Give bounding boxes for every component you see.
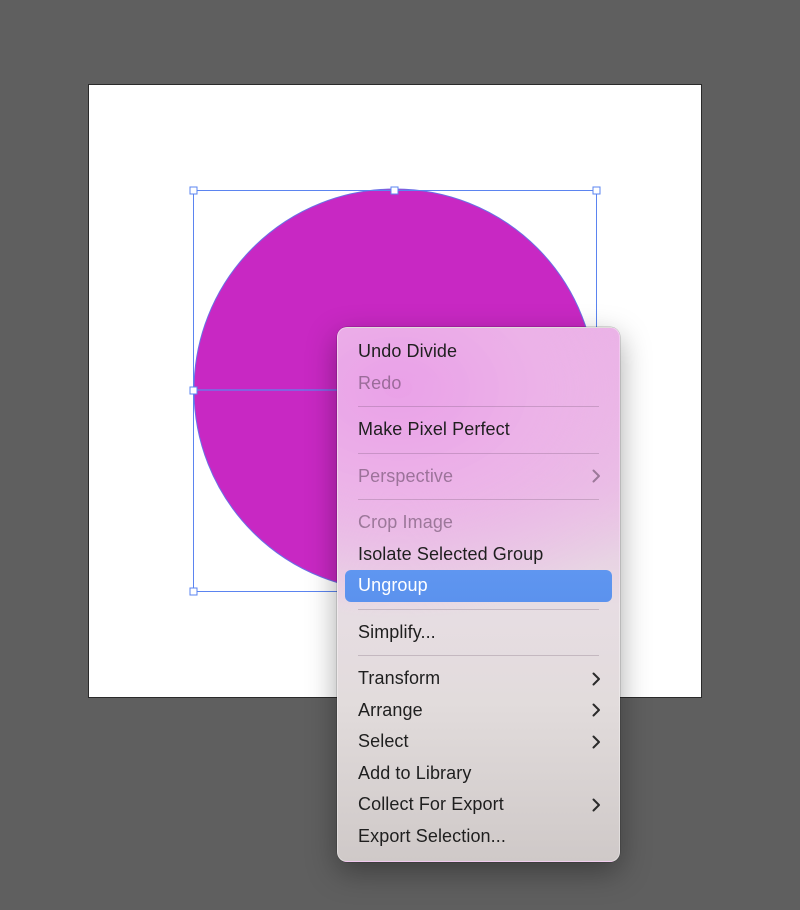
resize-handle-middle-left[interactable] (189, 386, 198, 395)
menu-item-label: Export Selection... (358, 825, 506, 846)
menu-item-label: Add to Library (358, 762, 472, 783)
menu-item-ungroup[interactable]: Ungroup (345, 570, 612, 602)
menu-item-label: Arrange (358, 699, 423, 720)
menu-item-label: Collect For Export (358, 794, 504, 814)
menu-item-transform[interactable]: Transform (338, 663, 619, 695)
menu-item-undo-divide[interactable]: Undo Divide (338, 336, 619, 368)
menu-item-label: Transform (358, 668, 441, 688)
menu-item-label: Ungroup (358, 575, 428, 595)
chevron-right-icon (592, 663, 601, 695)
menu-item-label: Make Pixel Perfect (358, 419, 510, 439)
menu-separator (358, 499, 599, 500)
menu-item-make-pixel-perfect[interactable]: Make Pixel Perfect (338, 414, 619, 446)
context-menu: Undo Divide Redo Make Pixel Perfect Perspec… (337, 327, 620, 862)
resize-handle-top-right[interactable] (592, 186, 601, 195)
menu-separator (358, 452, 599, 454)
menu-separator (358, 608, 599, 610)
menu-item-label: Redo (358, 372, 402, 393)
menu-item-label: Crop Image (358, 512, 454, 532)
menu-separator (358, 655, 599, 656)
menu-item-add-to-library[interactable]: Add to Library (338, 758, 619, 790)
menu-separator (358, 406, 599, 407)
chevron-right-icon (592, 461, 601, 493)
menu-item-crop-image: Crop Image (338, 507, 619, 539)
menu-item-label: Isolate Selected Group (358, 543, 544, 564)
menu-item-label: Select (358, 731, 409, 751)
menu-item-export-selection[interactable]: Export Selection... (338, 821, 619, 853)
resize-handle-top-left[interactable] (189, 186, 198, 195)
resize-handle-top-center[interactable] (390, 186, 399, 195)
menu-item-select[interactable]: Select (338, 726, 619, 758)
menu-item-label: Perspective (358, 465, 454, 486)
menu-item-collect-for-export[interactable]: Collect For Export (338, 789, 619, 821)
chevron-right-icon (592, 695, 601, 727)
menu-item-isolate-selected-group[interactable]: Isolate Selected Group (338, 539, 619, 571)
chevron-right-icon (592, 726, 601, 758)
menu-item-perspective: Perspective (338, 461, 619, 493)
menu-item-label: Undo Divide (358, 341, 458, 361)
menu-item-simplify[interactable]: Simplify... (338, 617, 619, 649)
chevron-right-icon (592, 789, 601, 821)
menu-item-redo: Redo (338, 368, 619, 400)
menu-item-label: Simplify... (358, 621, 436, 642)
menu-item-arrange[interactable]: Arrange (338, 695, 619, 727)
resize-handle-bottom-left[interactable] (189, 587, 198, 596)
